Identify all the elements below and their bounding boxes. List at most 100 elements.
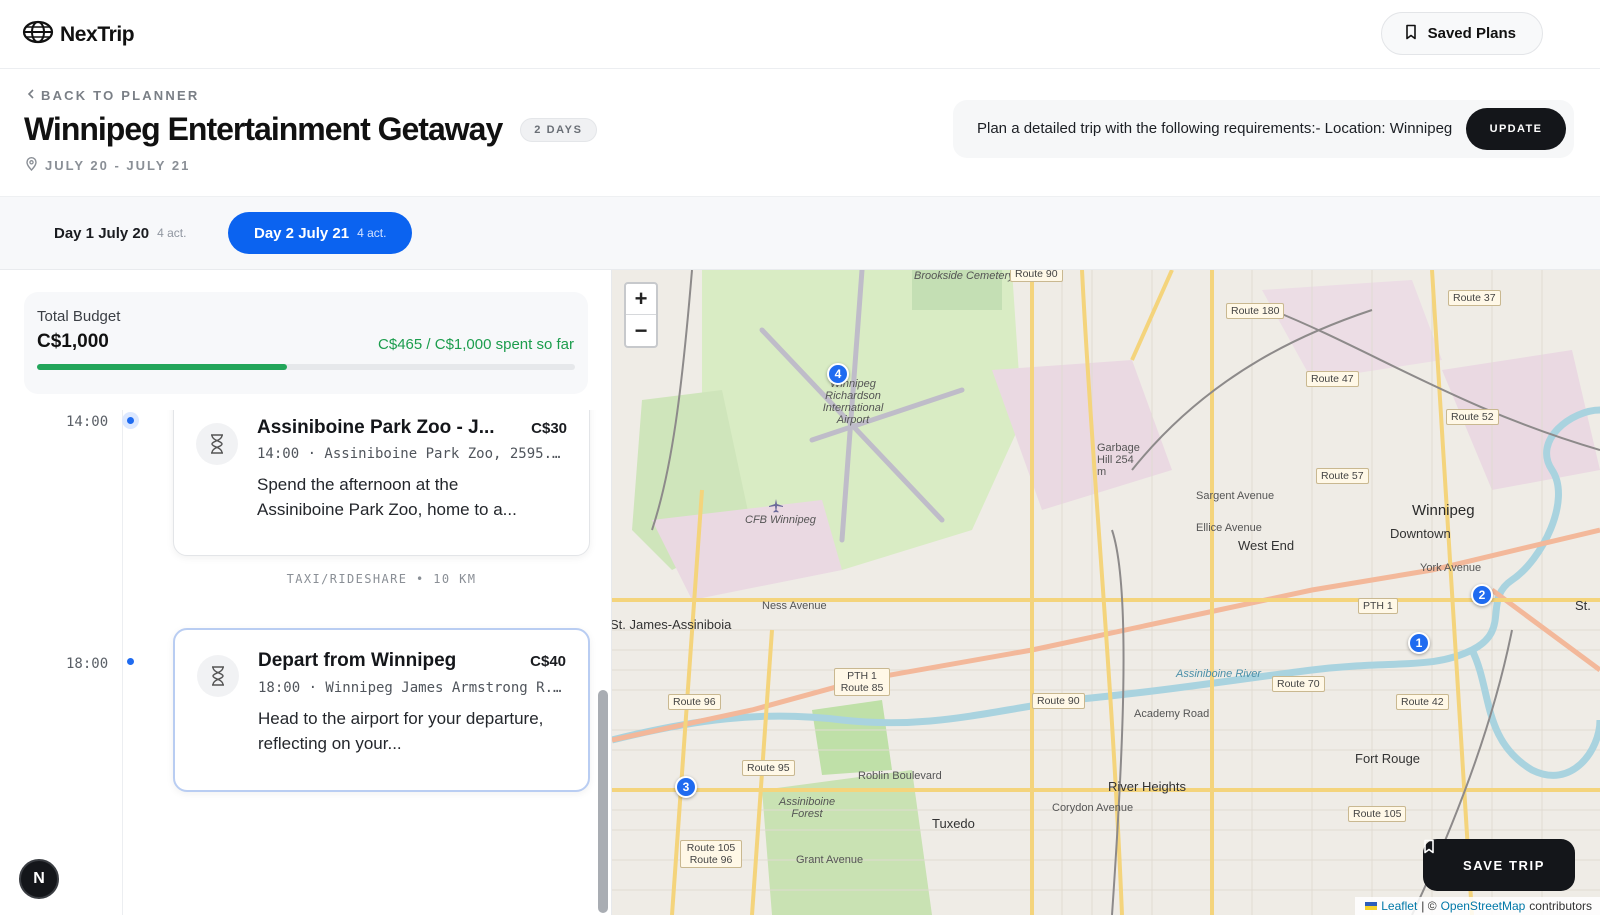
openstreetmap-link[interactable]: OpenStreetMap — [1441, 899, 1526, 913]
map-label: St. — [1575, 598, 1591, 613]
back-label: BACK TO PLANNER — [41, 88, 200, 103]
save-trip-label: SAVE TRIP — [1462, 857, 1546, 873]
route-shield: PTH 1 Route 85 — [834, 668, 890, 696]
activity-title: Depart from Winnipeg — [258, 650, 457, 671]
trip-header: BACK TO PLANNER Winnipeg Entertainment G… — [0, 69, 1600, 197]
map-pin-2[interactable]: 2 — [1471, 584, 1493, 606]
map-label: Ellice Avenue — [1196, 522, 1262, 534]
budget-spent: C$465 / C$1,000 spent so far — [378, 336, 574, 353]
tab-day-1[interactable]: Day 1 July 20 4 act. — [28, 212, 212, 254]
ukraine-flag-icon — [1365, 902, 1378, 910]
zoom-in-button[interactable]: + — [626, 284, 656, 315]
budget-total: C$1,000 — [37, 331, 109, 352]
map-label: Assiniboine Forest — [778, 796, 836, 820]
brand-name: NexTrip — [60, 22, 135, 46]
transit-segment: TAXI/RIDESHARE • 10 KM — [286, 572, 477, 586]
zoom-control: + − — [624, 282, 658, 348]
route-shield: Route 42 — [1396, 694, 1449, 710]
tab-day-2[interactable]: Day 2 July 21 4 act. — [228, 212, 413, 254]
itinerary-panel: Total Budget C$1,000 C$465 / C$1,000 spe… — [0, 270, 612, 915]
tab-day-2-label: Day 2 July 21 — [254, 224, 350, 242]
trip-dates: JULY 20 - JULY 21 — [26, 157, 190, 174]
route-shield: Route 95 — [742, 760, 795, 776]
map-label: River Heights — [1108, 779, 1187, 794]
timeline-line — [122, 410, 123, 915]
days-badge: 2 DAYS — [520, 117, 597, 142]
update-button[interactable]: UPDATE — [1466, 108, 1566, 150]
tab-day-1-count: 4 act. — [157, 226, 187, 240]
back-to-planner-link[interactable]: BACK TO PLANNER — [27, 88, 199, 103]
globe-icon — [22, 20, 54, 49]
brand-logo[interactable]: NexTrip — [22, 20, 135, 49]
route-shield: Route 57 — [1316, 468, 1369, 484]
map-pin-4[interactable]: 4 — [827, 363, 849, 385]
saved-plans-button[interactable]: Saved Plans — [1380, 12, 1543, 55]
route-shield: PTH 1 — [1358, 598, 1398, 614]
map-label: Grant Avenue — [796, 854, 864, 866]
activity-description: Spend the afternoon at the Assiniboine P… — [257, 475, 517, 519]
title-row: Winnipeg Entertainment Getaway 2 DAYS — [24, 111, 597, 148]
map-label: Assiniboine River — [1176, 668, 1261, 680]
trip-prompt-input[interactable]: Plan a detailed trip with the following … — [977, 120, 1457, 137]
map-label: CFB Winnipeg — [745, 514, 816, 526]
map-label: West End — [1238, 538, 1295, 553]
location-pin-icon — [26, 157, 37, 174]
activity-price: C$30 — [531, 420, 567, 437]
chevron-left-icon — [27, 88, 35, 103]
budget-progress-track — [37, 364, 575, 370]
route-shield: Route 96 — [668, 694, 721, 710]
bookmark-icon — [1404, 24, 1418, 44]
activity-title: Assiniboine Park Zoo - J... — [257, 417, 495, 438]
map-pin-3[interactable]: 3 — [675, 776, 697, 798]
map-pin-1[interactable]: 1 — [1408, 632, 1430, 654]
attribution-separator: | © — [1421, 899, 1437, 913]
route-shield: Route 105 — [1348, 806, 1407, 822]
map-label: Downtown — [1390, 526, 1451, 541]
route-shield: Route 37 — [1448, 290, 1501, 306]
route-shield: Route 90 — [1010, 270, 1063, 282]
activity-time: 14:00 — [66, 414, 109, 430]
map-label: Winnipeg — [1412, 502, 1475, 519]
route-shield: Route 90 — [1032, 693, 1085, 709]
activity-description: Head to the airport for your departure, … — [258, 709, 544, 753]
timeline[interactable]: 14:00 Assiniboine Park Zoo - J... C$30 1… — [0, 410, 600, 915]
budget-label: Total Budget — [37, 308, 121, 325]
map-label: Garbage Hill 254 m — [1097, 442, 1140, 478]
activity-time: 18:00 — [66, 656, 109, 672]
map-label: Corydon Avenue — [1052, 802, 1134, 814]
leaflet-link[interactable]: Leaflet — [1381, 899, 1417, 913]
top-bar: NexTrip Saved Plans — [0, 0, 1600, 69]
map-label: Academy Road — [1134, 708, 1210, 720]
tab-day-2-count: 4 act. — [357, 226, 387, 240]
saved-plans-label: Saved Plans — [1427, 25, 1516, 42]
budget-progress-fill — [37, 364, 288, 370]
scrollbar[interactable] — [598, 690, 608, 913]
route-shield: Route 105 Route 96 — [680, 840, 742, 868]
activity-subtitle: 14:00 · Assiniboine Park Zoo, 2595... — [257, 446, 567, 462]
hourglass-icon — [196, 423, 238, 465]
activity-subtitle: 18:00 · Winnipeg James Armstrong R... — [258, 680, 568, 696]
tab-day-1-label: Day 1 July 20 — [54, 224, 150, 242]
zoom-out-button[interactable]: − — [626, 315, 656, 346]
timeline-dot — [122, 412, 139, 429]
attribution-suffix: contributors — [1529, 899, 1592, 913]
map-label: Fort Rouge — [1355, 751, 1421, 766]
map-label: Brookside Cemetery — [914, 270, 1014, 282]
map-label: Roblin Boulevard — [858, 770, 942, 782]
map-label: St. James-Assiniboia — [612, 617, 732, 632]
map-label: Sargent Avenue — [1196, 490, 1275, 502]
trip-prompt-box: Plan a detailed trip with the following … — [953, 100, 1574, 158]
activity-card[interactable]: Assiniboine Park Zoo - J... C$30 14:00 ·… — [173, 410, 590, 556]
map-label: Ness Avenue — [762, 600, 827, 612]
map-label: Tuxedo — [932, 816, 975, 831]
activity-card[interactable]: Depart from Winnipeg C$40 18:00 · Winnip… — [173, 628, 590, 792]
dates-label: JULY 20 - JULY 21 — [45, 158, 191, 173]
timeline-dot — [127, 658, 134, 665]
user-avatar[interactable]: N — [19, 859, 59, 899]
activity-price: C$40 — [530, 653, 566, 670]
map-tiles — [612, 270, 1600, 915]
save-trip-button[interactable]: SAVE TRIP — [1423, 839, 1575, 891]
route-shield: Route 47 — [1306, 371, 1359, 387]
map[interactable]: Winnipeg Downtown West End St. James-Ass… — [612, 270, 1600, 915]
day-tabs: Day 1 July 20 4 act. Day 2 July 21 4 act… — [0, 197, 1600, 270]
